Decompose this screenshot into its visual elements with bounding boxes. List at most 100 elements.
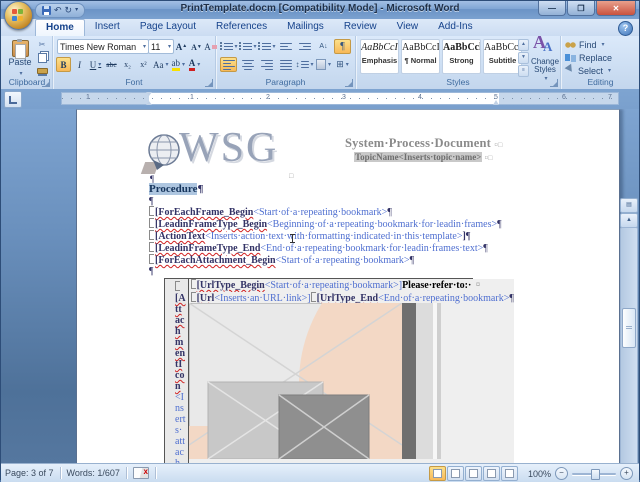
font-dialog-launcher[interactable] <box>205 79 213 87</box>
tab-review[interactable]: Review <box>334 19 387 36</box>
page-indicator[interactable]: Page: 3 of 7 <box>5 468 54 478</box>
empty-paragraph-mark[interactable]: ¶ <box>149 266 154 277</box>
bookmark-line[interactable]: [ActionText<Inserts·action·text·with·for… <box>149 230 470 242</box>
shading-button[interactable] <box>315 57 332 72</box>
proofing-errors-icon[interactable] <box>132 467 149 479</box>
replace-button[interactable]: Replace <box>565 52 612 63</box>
scrollbar-track[interactable] <box>620 227 638 463</box>
attachment-table[interactable]: [AttachmentIcon<Inserts·attachment·icon>… <box>164 278 514 463</box>
clipboard-group-label: Clipboard <box>8 77 46 87</box>
clipboard-dialog-launcher[interactable] <box>42 79 50 87</box>
office-button[interactable] <box>4 1 33 30</box>
vertical-scrollbar[interactable]: ▤ ▲ ▼ ▲ ● ▼ <box>620 197 638 463</box>
bookmark-bracket-icon <box>190 279 196 289</box>
word-count[interactable]: Words: 1/607 <box>67 468 120 478</box>
styles-gallery-expand-icon[interactable]: ≡ <box>518 65 529 77</box>
please-refer-text: Please·refer·to:· <box>402 280 472 291</box>
align-right-button[interactable] <box>258 57 275 72</box>
tab-references[interactable]: References <box>206 19 277 36</box>
zoom-slider[interactable] <box>572 468 616 480</box>
procedure-heading[interactable]: Procedure¶ <box>149 183 203 195</box>
italic-button[interactable]: I <box>72 57 87 72</box>
zoom-slider-handle[interactable] <box>591 469 600 480</box>
copy-button[interactable] <box>35 52 49 63</box>
scroll-up-icon[interactable]: ▲ <box>620 213 638 228</box>
superscript-button[interactable]: x² <box>136 57 151 72</box>
url-type-begin-line[interactable]: [UrlType_Begin<Start·of·a·repeating·book… <box>189 279 514 292</box>
embedded-picture-placeholder[interactable] <box>188 303 441 459</box>
sort-button[interactable]: A↓ <box>315 39 332 54</box>
font-name-select[interactable]: Times New Roman <box>57 39 149 54</box>
bookmark-line[interactable]: [ForEachFrame_Begin<Start·of·a·repeating… <box>149 206 392 218</box>
tab-page-layout[interactable]: Page Layout <box>130 19 206 36</box>
ribbon-group-styles: AaBbCcI Emphasis AaBbCcI ¶ Normal AaBbCc… <box>356 33 561 89</box>
justify-button[interactable] <box>277 57 294 72</box>
format-painter-button[interactable] <box>35 65 49 76</box>
outline-view-button[interactable] <box>482 466 500 481</box>
shrink-font-button[interactable]: A ▼ <box>189 40 204 55</box>
select-button[interactable]: Select <box>564 63 612 78</box>
full-screen-reading-view-button[interactable] <box>446 466 464 481</box>
cut-button[interactable]: ✂ <box>35 39 49 50</box>
draft-view-button[interactable] <box>500 466 518 481</box>
bold-button[interactable]: B <box>56 57 71 72</box>
style-subtitle[interactable]: AaBbCcI Subtitle <box>483 39 522 74</box>
change-case-button[interactable]: Aa <box>152 57 170 72</box>
change-styles-button[interactable]: AA Change Styles <box>531 33 559 76</box>
web-layout-view-button[interactable] <box>464 466 482 481</box>
style-strong[interactable]: AaBbCcl Strong <box>442 39 481 74</box>
ruler-toggle-button[interactable]: ▤ <box>620 198 638 213</box>
zoom-in-button[interactable]: + <box>620 467 633 480</box>
tab-add-ins[interactable]: Add-Ins <box>428 19 482 36</box>
horizontal-ruler[interactable]: 1 1 2 3 4 5 6 7 <box>61 92 619 105</box>
styles-scroll-up-icon[interactable]: ▲ <box>518 39 529 51</box>
font-size-select[interactable]: 11 <box>148 39 174 54</box>
bookmark-description: <Start·of·a·repeating·bookmark> <box>253 207 388 218</box>
bullets-button[interactable] <box>219 39 237 54</box>
tab-home[interactable]: Home <box>35 19 85 37</box>
subscript-button[interactable]: x₂ <box>120 57 135 72</box>
left-indent-marker[interactable] <box>146 92 153 105</box>
tab-mailings[interactable]: Mailings <box>277 19 334 36</box>
styles-dialog-launcher[interactable] <box>550 79 558 87</box>
attachment-icon-cell[interactable]: [AttachmentIcon<Inserts·attachment·icon>… <box>165 279 189 463</box>
zoom-level[interactable]: 100% <box>528 469 551 479</box>
strikethrough-button[interactable]: abc <box>104 57 119 72</box>
borders-button[interactable]: ⊞ <box>334 57 351 72</box>
decrease-indent-button[interactable] <box>277 39 294 54</box>
show-hide-pilcrow-button[interactable]: ¶ <box>334 39 351 54</box>
multilevel-list-button[interactable] <box>257 39 275 54</box>
align-left-button[interactable] <box>220 57 237 72</box>
right-indent-marker[interactable] <box>493 97 499 105</box>
print-layout-view-button[interactable] <box>428 466 446 481</box>
numbering-button[interactable] <box>238 39 256 54</box>
increase-indent-button[interactable] <box>296 39 313 54</box>
highlight-color-button[interactable]: ab <box>171 57 187 72</box>
bookmark-line[interactable]: [LeadinFrameType_End<End·of·a·repeating·… <box>149 242 488 254</box>
bookmark-bracket-icon <box>310 292 316 302</box>
help-icon[interactable]: ? <box>618 21 633 36</box>
find-button[interactable]: Find <box>565 39 612 50</box>
bookmark-line[interactable]: [LeadinFrameType_Begin<Beginning·of·a·re… <box>149 218 502 230</box>
tab-view[interactable]: View <box>387 19 429 36</box>
tab-insert[interactable]: Insert <box>85 19 130 36</box>
bookmark-line[interactable]: [ForEachAttachment_Begin<Start·of·a·repe… <box>149 254 414 266</box>
font-color-button[interactable]: A <box>187 57 202 72</box>
tab-stop-selector[interactable] <box>4 91 22 108</box>
paste-button[interactable]: Paste <box>5 38 35 78</box>
style-emphasis[interactable]: AaBbCcI Emphasis <box>360 39 399 74</box>
underline-button[interactable]: U <box>88 57 103 72</box>
scrollbar-thumb[interactable] <box>622 308 636 348</box>
url-cell[interactable]: [UrlType_Begin<Start·of·a·repeating·book… <box>188 279 514 463</box>
align-center-button[interactable] <box>239 57 256 72</box>
line-spacing-button[interactable]: ↕ <box>296 57 313 72</box>
maximize-button[interactable]: ❐ <box>567 1 595 16</box>
grow-font-button[interactable]: A ▲ <box>174 39 189 54</box>
style-normal[interactable]: AaBbCcI ¶ Normal <box>401 39 440 74</box>
document-page[interactable]: WSG □ ¶ System·Process·Document ¤□ Topic… <box>76 109 620 463</box>
paragraph-dialog-launcher[interactable] <box>345 79 353 87</box>
close-button[interactable]: ✕ <box>596 1 636 16</box>
zoom-out-button[interactable]: − <box>555 467 568 480</box>
minimize-button[interactable]: — <box>538 1 566 16</box>
styles-scroll-down-icon[interactable]: ▼ <box>518 52 529 64</box>
